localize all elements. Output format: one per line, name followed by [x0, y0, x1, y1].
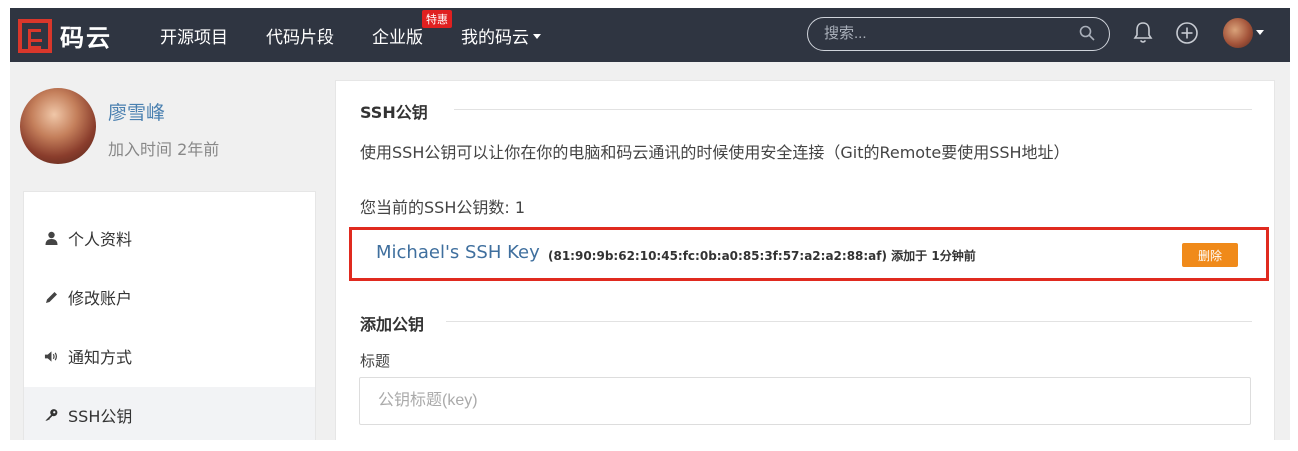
delete-key-button[interactable]: 删除 — [1182, 243, 1238, 267]
profile-joined: 加入时间 2年前 — [108, 140, 220, 159]
logo-icon — [18, 18, 52, 53]
bell-icon[interactable] — [1132, 21, 1154, 45]
user-icon — [44, 231, 58, 245]
sidebar-item-label: 个人资料 — [68, 230, 133, 249]
nav-item-label: 我的码云 — [461, 27, 529, 48]
key-icon — [44, 408, 58, 422]
sidebar-item-ssh-keys[interactable]: SSH公钥 — [24, 387, 315, 440]
ssh-description: 使用SSH公钥可以让你在你的电脑和码云通讯的时候使用安全连接（Git的Remot… — [360, 143, 1070, 162]
sidebar-item-label: 修改账户 — [68, 289, 133, 308]
promo-badge: 特惠 — [422, 9, 452, 28]
nav-item-my-gitee[interactable]: 我的码云 — [461, 23, 541, 48]
brand-logo[interactable]: 码云 — [18, 18, 112, 53]
search-icon[interactable] — [1079, 25, 1095, 41]
nav-item-label: 企业版 — [372, 27, 423, 48]
sidebar-item-profile[interactable]: 个人资料 — [24, 210, 315, 266]
ssh-key-fingerprint: (81:90:9b:62:10:45:fc:0b:a0:85:3f:57:a2:… — [548, 249, 976, 263]
sidebar-item-label: 通知方式 — [68, 348, 133, 367]
section-title-add-key: 添加公钥 — [360, 315, 425, 334]
nav-item-label: 开源项目 — [160, 27, 228, 48]
divider — [454, 109, 1252, 110]
sidebar-item-notifications[interactable]: 通知方式 — [24, 328, 315, 384]
search-box — [807, 17, 1110, 51]
sidebar-item-account[interactable]: 修改账户 — [24, 269, 315, 325]
app-frame: 码云 开源项目 代码片段 企业版 特惠 我的码云 搜索... 廖雪峰 加入时间 … — [10, 8, 1290, 440]
chevron-down-icon — [533, 34, 541, 39]
ssh-key-item: Michael's SSH Key (81:90:9b:62:10:45:fc:… — [349, 227, 1269, 281]
plus-icon[interactable] — [1175, 21, 1199, 45]
avatar[interactable] — [1223, 18, 1253, 48]
profile-name[interactable]: 廖雪峰 — [108, 98, 165, 125]
ssh-key-count: 您当前的SSH公钥数: 1 — [360, 198, 526, 217]
ssh-keys-panel: SSH公钥 使用SSH公钥可以让你在你的电脑和码云通讯的时候使用安全连接（Git… — [335, 80, 1275, 440]
key-title-label: 标题 — [360, 352, 391, 370]
nav-item-label: 代码片段 — [266, 27, 334, 48]
top-nav: 码云 开源项目 代码片段 企业版 特惠 我的码云 — [10, 8, 1290, 62]
section-title-ssh: SSH公钥 — [360, 103, 428, 122]
key-title-input[interactable] — [359, 377, 1251, 425]
ssh-key-name[interactable]: Michael's SSH Key — [376, 242, 540, 263]
volume-icon — [44, 349, 58, 363]
search-input[interactable] — [808, 18, 1058, 49]
divider — [446, 321, 1252, 322]
main-nav: 开源项目 代码片段 企业版 特惠 我的码云 — [160, 8, 579, 62]
chevron-down-icon[interactable] — [1256, 30, 1264, 35]
sidebar-item-label: SSH公钥 — [68, 407, 133, 426]
nav-item-enterprise[interactable]: 企业版 特惠 — [372, 9, 452, 48]
settings-sidebar: 个人资料 修改账户 通知方式 SSH公钥 — [23, 191, 316, 440]
pencil-icon — [44, 290, 58, 304]
nav-item-open-source[interactable]: 开源项目 — [160, 23, 228, 48]
profile-avatar[interactable] — [20, 88, 96, 164]
brand-name: 码云 — [60, 24, 112, 52]
nav-item-snippets[interactable]: 代码片段 — [266, 23, 334, 48]
